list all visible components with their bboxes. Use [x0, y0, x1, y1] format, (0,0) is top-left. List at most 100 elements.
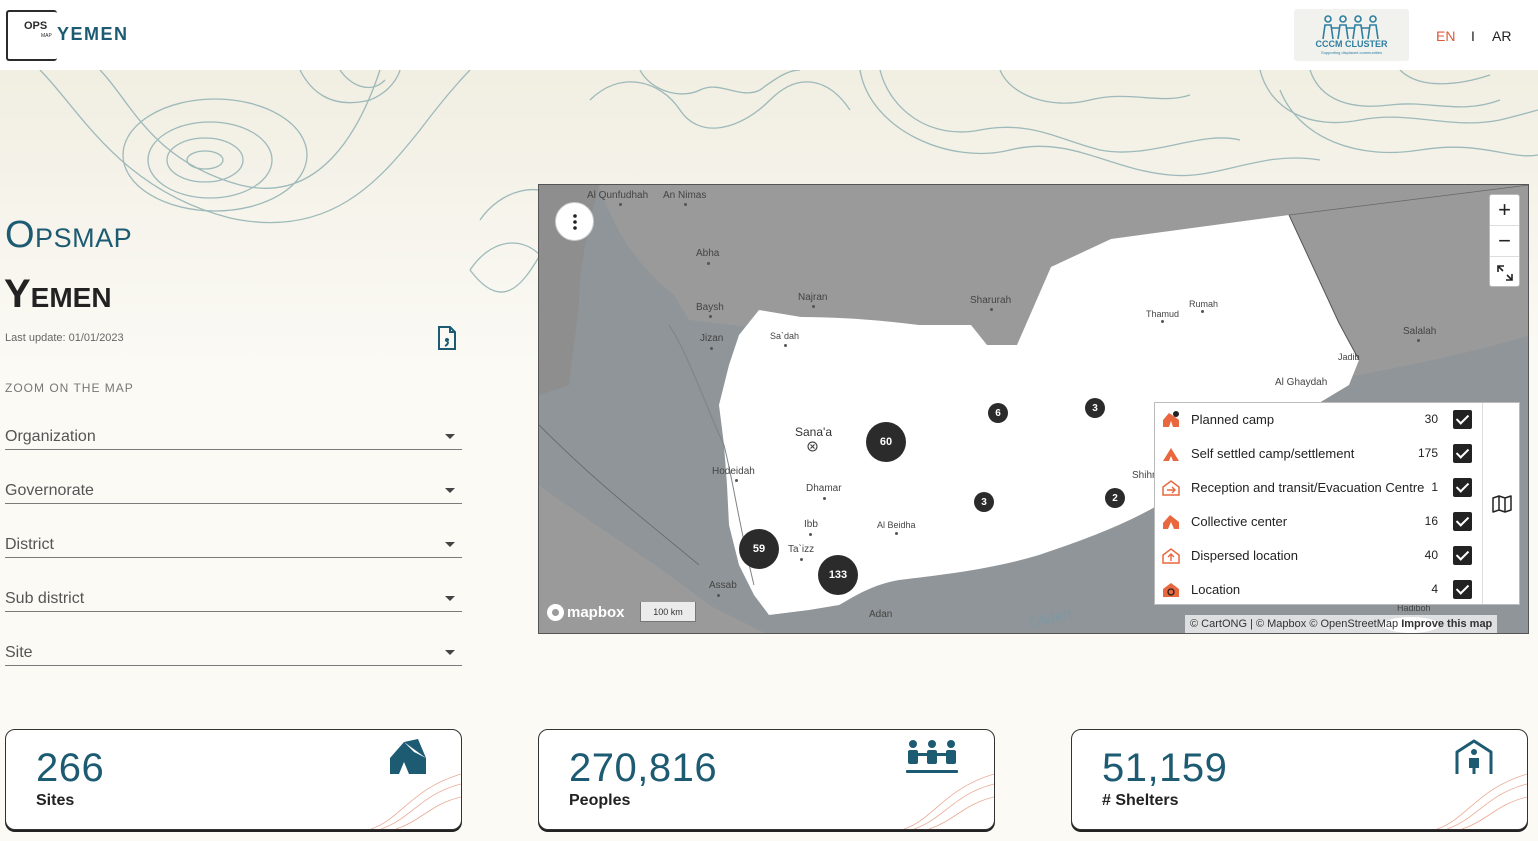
language-separator: I — [1471, 28, 1475, 44]
mapbox-logo[interactable]: mapbox — [547, 604, 625, 621]
decorative-swoosh — [1437, 773, 1527, 829]
map-city-dot — [619, 203, 622, 206]
stat-value: 266 — [36, 746, 105, 790]
legend-toggle-button[interactable] — [1482, 403, 1520, 604]
legend-item-count: 1 — [1431, 480, 1438, 494]
language-en-link[interactable]: EN — [1436, 28, 1455, 44]
map-label-shihr: Shihr — [1132, 470, 1156, 481]
map-city-dot — [709, 315, 712, 318]
legend-item-location[interactable]: Location 4 — [1155, 573, 1482, 607]
chevron-down-icon — [445, 542, 455, 547]
legend-checkbox[interactable] — [1453, 410, 1472, 429]
legend-item-count: 16 — [1424, 514, 1438, 528]
map-city-dot — [812, 305, 815, 308]
map-label-abha: Abha — [696, 248, 720, 259]
legend-checkbox[interactable] — [1453, 444, 1472, 463]
language-ar-link[interactable]: AR — [1492, 28, 1511, 44]
legend-checkbox[interactable] — [1453, 546, 1472, 565]
top-header: OPS MAP YEMEN CCCM CLUSTER Supporting di… — [0, 0, 1538, 70]
cccm-people-icon — [1322, 15, 1379, 40]
more-vertical-icon — [572, 213, 577, 230]
map-zoom-controls: + − — [1489, 194, 1520, 287]
map-label-sanaa: Sana'a — [795, 425, 832, 439]
sub-district-select-label: Sub district — [5, 590, 85, 607]
organization-select-label: Organization — [5, 428, 96, 445]
map-view[interactable]: Al Qunfudhah An Nimas Abha Najran Sharur… — [538, 184, 1529, 634]
map-label-najran: Najran — [798, 292, 828, 303]
zoom-in-button[interactable]: + — [1490, 195, 1519, 226]
page-title-country: Yemen — [4, 272, 112, 316]
chevron-down-icon — [445, 434, 455, 439]
legend-checkbox[interactable] — [1453, 512, 1472, 531]
fullscreen-button[interactable] — [1490, 257, 1519, 288]
governorate-select[interactable]: Governorate — [5, 476, 462, 504]
legend-item-planned-camp[interactable]: Planned camp 30 — [1155, 403, 1482, 437]
legend-item-name: Dispersed location — [1191, 548, 1298, 563]
legend-item-count: 4 — [1431, 582, 1438, 596]
map-cluster-marker[interactable]: 59 — [739, 529, 779, 569]
stat-value: 270,816 — [569, 746, 718, 790]
map-label-rumah: Rumah — [1189, 299, 1219, 309]
logo-ops-text: OPS — [24, 20, 48, 32]
reception-transit-icon — [1162, 480, 1180, 496]
site-select[interactable]: Site — [5, 638, 462, 666]
legend-item-reception-transit[interactable]: Reception and transit/Evacuation Centre … — [1155, 471, 1482, 505]
map-city-dot — [823, 497, 826, 500]
map-cluster-marker[interactable]: 2 — [1105, 488, 1125, 508]
map-label-hodeidah: Hodeidah — [712, 466, 755, 477]
map-scale: 100 km — [640, 602, 696, 622]
map-label-salalah: Salalah — [1403, 326, 1437, 337]
legend-item-count: 175 — [1417, 446, 1438, 460]
stat-card-sites: 266 Sites — [5, 729, 462, 830]
map-options-button[interactable] — [555, 202, 594, 241]
legend-item-self-settled[interactable]: Self settled camp/settlement 175 — [1155, 437, 1482, 471]
location-icon — [1163, 583, 1179, 597]
legend-item-count: 30 — [1424, 412, 1438, 426]
legend-item-count: 40 — [1424, 548, 1438, 562]
map-cluster-marker[interactable]: 60 — [866, 422, 906, 462]
chevron-down-icon — [445, 596, 455, 601]
chevron-down-icon — [445, 488, 455, 493]
map-label-al-beidha: Al Beidha — [877, 520, 916, 530]
map-cluster-marker[interactable]: 3 — [974, 492, 994, 512]
map-city-dot — [717, 594, 720, 597]
zoom-on-map-label: ZOOM ON THE MAP — [5, 381, 134, 395]
legend-item-collective-center[interactable]: Collective center 16 — [1155, 505, 1482, 539]
logo-country-text[interactable]: YEMEN — [57, 24, 129, 45]
zoom-out-button[interactable]: − — [1490, 226, 1519, 257]
chevron-down-icon — [445, 650, 455, 655]
map-city-dot — [1201, 310, 1204, 313]
map-label-jizan: Jizan — [700, 333, 724, 344]
organization-select[interactable]: Organization — [5, 422, 462, 450]
mapbox-logo-text: mapbox — [567, 604, 625, 621]
cccm-cluster-logo[interactable]: CCCM CLUSTER Supporting displaced commun… — [1294, 9, 1409, 61]
map-label-al-qunfudhah: Al Qunfudhah — [587, 190, 649, 201]
map-label-baysh: Baysh — [696, 302, 724, 313]
map-cluster-marker[interactable]: 3 — [1085, 398, 1105, 418]
sub-district-select[interactable]: Sub district — [5, 584, 462, 612]
map-legend-panel: Planned camp 30 Self settled camp/settle… — [1154, 402, 1520, 605]
map-label-sadah: Sa`dah — [770, 331, 800, 341]
fullscreen-icon — [1496, 264, 1513, 281]
legend-item-name: Reception and transit/Evacuation Centre — [1191, 480, 1425, 495]
cccm-name: CCCM CLUSTER — [1315, 39, 1388, 49]
legend-item-dispersed-location[interactable]: Dispersed location 40 — [1155, 539, 1482, 573]
district-select-label: District — [5, 536, 54, 553]
map-cluster-marker[interactable]: 133 — [818, 555, 858, 595]
self-settled-camp-icon — [1163, 448, 1179, 461]
map-city-dot — [735, 479, 738, 482]
improve-map-link[interactable]: Improve this map — [1401, 618, 1492, 630]
attribution-text[interactable]: © CartONG | © Mapbox © OpenStreetMap — [1190, 618, 1398, 630]
download-document-icon[interactable] — [437, 326, 457, 350]
legend-checkbox[interactable] — [1453, 580, 1472, 599]
collective-center-icon — [1163, 515, 1179, 529]
district-select[interactable]: District — [5, 530, 462, 558]
page-title-opsmap: Opsmap — [5, 214, 133, 256]
map-cluster-marker[interactable]: 6 — [988, 403, 1008, 423]
map-label-dhamar: Dhamar — [806, 483, 842, 494]
legend-checkbox[interactable] — [1453, 478, 1472, 497]
map-attribution: © CartONG | © Mapbox © OpenStreetMap Imp… — [1185, 615, 1498, 633]
stat-label: Sites — [36, 792, 75, 809]
stat-card-shelters: 51,159 # Shelters — [1071, 729, 1528, 830]
legend-item-name: Location — [1191, 582, 1241, 597]
